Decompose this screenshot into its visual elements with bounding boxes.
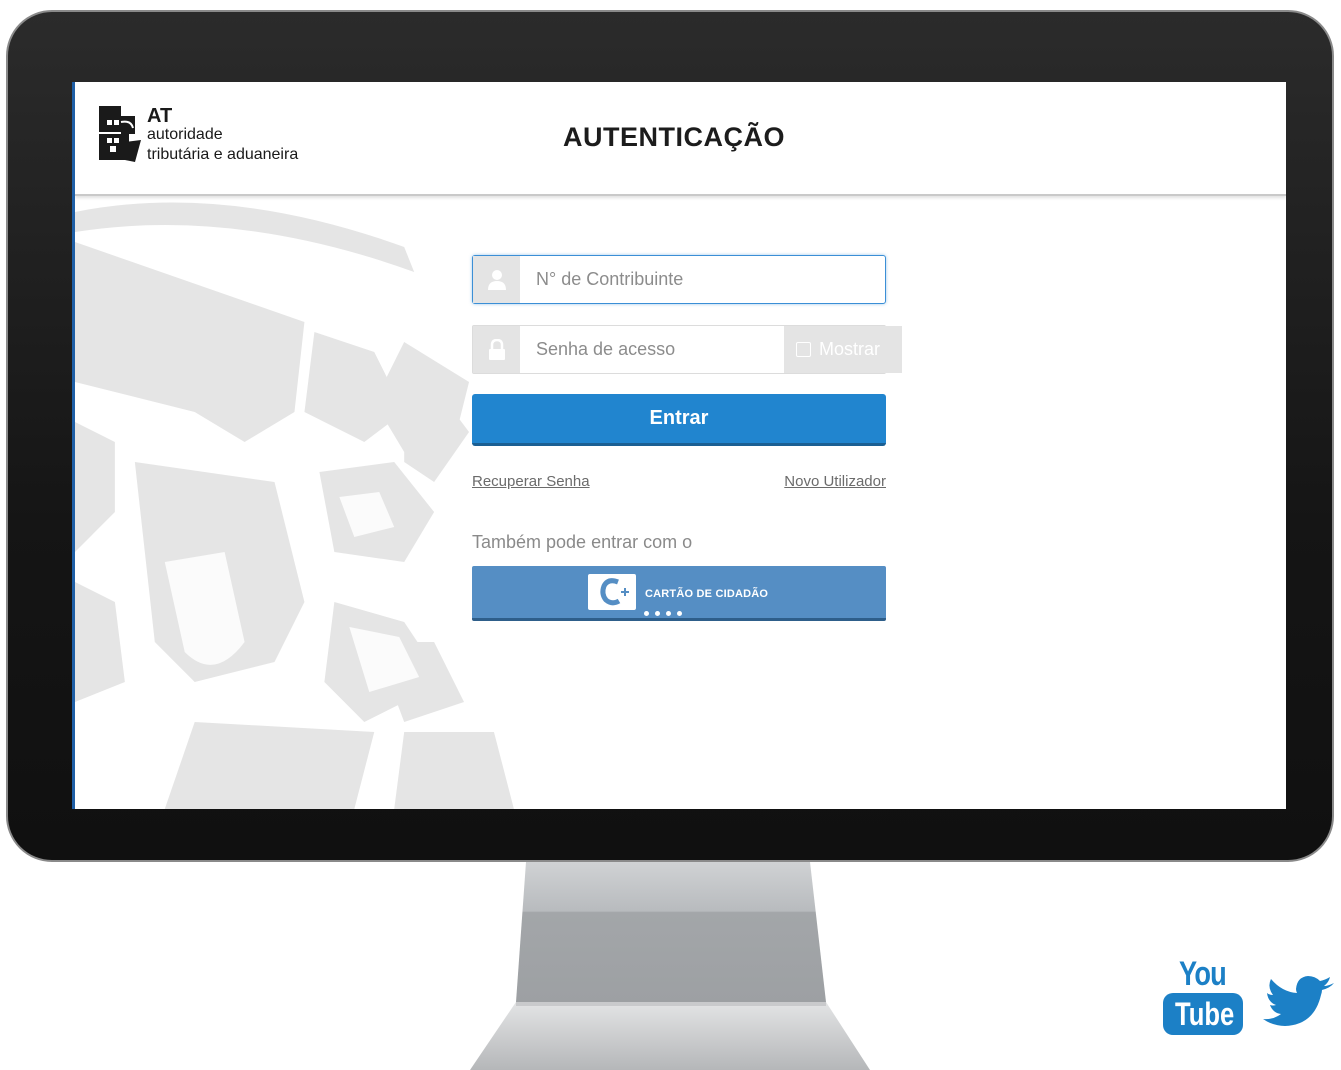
logo-acronym: AT — [147, 105, 173, 127]
youtube-tube-box: Tube — [1163, 993, 1243, 1035]
at-emblem-icon — [99, 106, 141, 162]
citizen-card-dots — [644, 603, 688, 621]
new-user-link[interactable]: Novo Utilizador — [784, 473, 886, 490]
citizen-card-icon — [588, 574, 636, 610]
monitor-frame: AT autoridade tributária e aduaneira AUT… — [6, 10, 1334, 862]
show-password-checkbox[interactable] — [796, 342, 811, 357]
citizen-card-button[interactable]: CARTÃO DE CIDADÃO — [472, 566, 886, 621]
youtube-tube-text: Tube — [1175, 996, 1235, 1032]
at-logo[interactable]: AT autoridade tributária e aduaneira — [95, 102, 355, 172]
lock-icon-box — [473, 326, 520, 373]
user-icon — [487, 269, 506, 290]
page-title: AUTENTICAÇÃO — [563, 122, 785, 152]
show-password-label: Mostrar — [819, 339, 881, 359]
monitor-stand — [470, 862, 870, 1070]
password-input[interactable] — [520, 326, 784, 373]
user-icon-box — [473, 256, 520, 303]
nif-field — [472, 255, 886, 304]
youtube-you-text: You — [1179, 955, 1227, 993]
recover-password-link[interactable]: Recuperar Senha — [472, 473, 590, 490]
show-password-toggle[interactable]: Mostrar — [784, 326, 902, 373]
youtube-icon[interactable]: You Tube — [1161, 957, 1243, 1037]
site-header: AT autoridade tributária e aduaneira AUT… — [75, 82, 1286, 196]
login-button[interactable]: Entrar — [472, 394, 886, 446]
password-field: Mostrar — [472, 325, 902, 374]
browser-screen: AT autoridade tributária e aduaneira AUT… — [72, 82, 1286, 809]
nif-input[interactable] — [520, 256, 885, 303]
alt-login-text: Também pode entrar com o — [472, 532, 693, 552]
twitter-bird-icon[interactable] — [1262, 975, 1336, 1035]
logo-line-1: autoridade — [147, 126, 223, 143]
lock-icon — [488, 338, 505, 360]
citizen-card-label: CARTÃO DE CIDADÃO — [645, 588, 769, 600]
logo-line-2: tributária e aduaneira — [147, 146, 299, 163]
